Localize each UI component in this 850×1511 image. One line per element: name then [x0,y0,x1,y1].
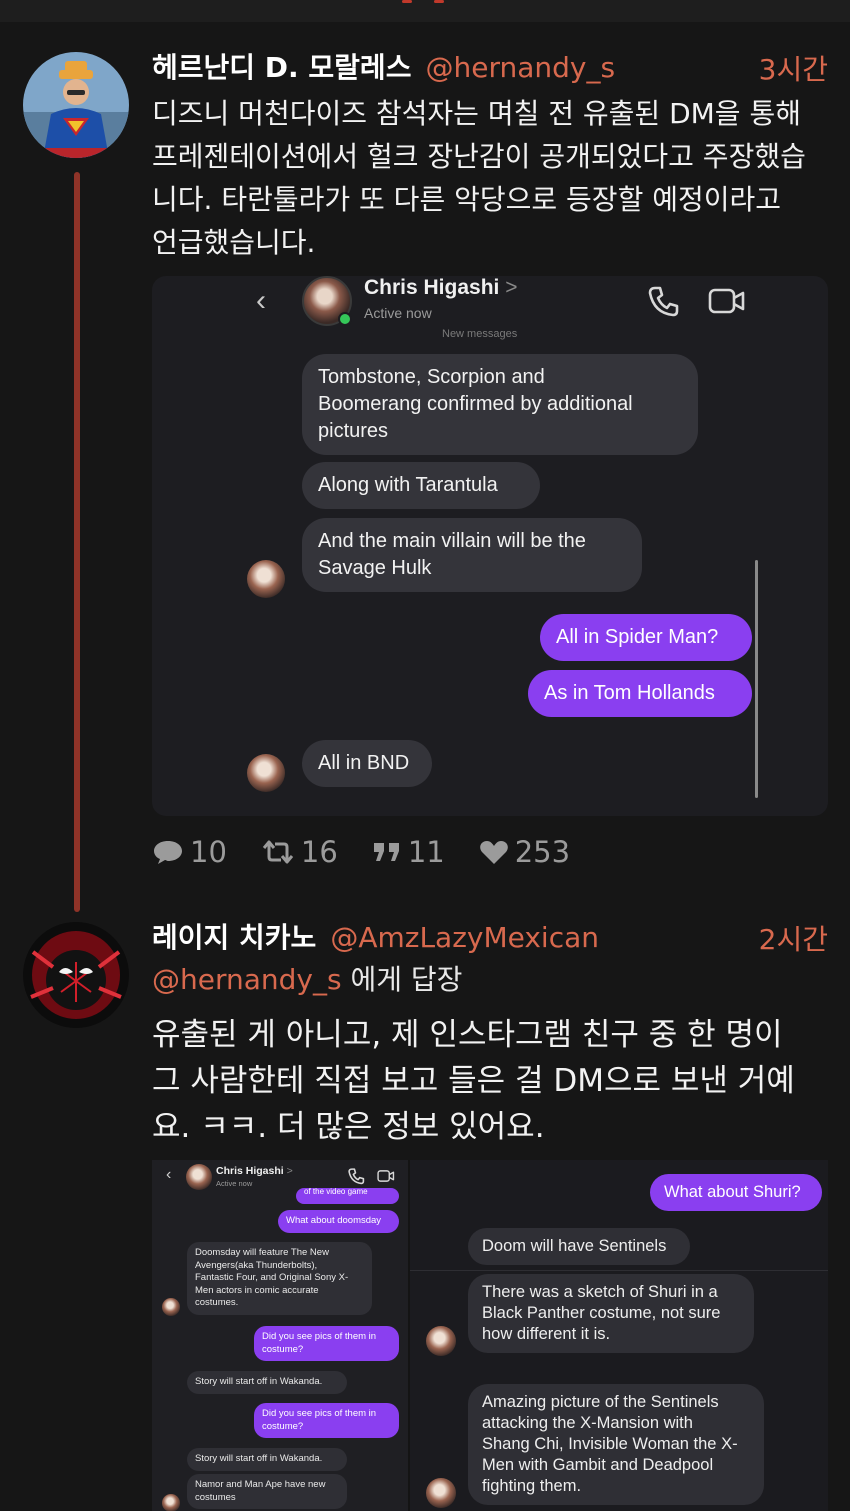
reply-to-handle-link[interactable]: @hernandy_s [152,963,342,996]
dm-message-incoming: Story will start off in Wakanda. [187,1448,347,1471]
post1-author-name[interactable]: 헤르난디 D. 모랄레스 [152,46,411,86]
post2-text: 유출된 게 아니고, 제 인스타그램 친구 중 한 명이 그 사람한테 직접 보… [152,1017,795,1145]
dm-contact-name: Chris Higashi > [216,1165,293,1177]
dm-screenshot-left-panel: ‹ Chris Higashi > Active now of the vide… [152,1160,408,1511]
post2-author-handle[interactable]: @AmzLazyMexican [330,921,599,954]
dm-message-outgoing: As in Tom Hollands [528,670,752,717]
top-bar-indicator [394,0,458,6]
spider-hero-avatar-image [23,922,129,1028]
right-panel-separator [410,1270,828,1271]
reply-button[interactable]: 10 [152,835,227,869]
dm-scrollbar [755,560,758,798]
video-call-icon [708,288,745,314]
sender-mini-avatar [162,1298,180,1316]
dm-message-incoming: Story will start off in Wakanda. [187,1371,347,1394]
dm-message-incoming: Doomsday will feature The New Avengers(a… [187,1242,372,1315]
dm-contact-name: Chris Higashi > [364,276,518,299]
post2-timestamp: 2시간 [758,923,828,956]
dm-message-outgoing: All in Spider Man? [540,614,752,661]
post1-author-handle[interactable]: @hernandy_s [425,51,615,84]
retweet-arrows-icon [262,840,294,864]
post2-attached-dm-screenshots[interactable]: ‹ Chris Higashi > Active now of the vide… [152,1160,828,1511]
back-chevron-icon: ‹ [166,1166,172,1183]
sender-mini-avatar [426,1326,456,1356]
dm-contact-status: Active now [364,305,432,321]
post2-replying-to: @hernandy_s 에게 답장 [152,958,462,998]
post1-attached-dm-screenshot[interactable]: ‹ Chris Higashi > Active now New message… [152,276,828,816]
quote-button[interactable]: 11 [372,835,445,869]
post1-header: 헤르난디 D. 모랄레스 @hernandy_s [152,46,615,86]
back-chevron-icon: ‹ [256,284,266,317]
dm-contact-status: Active now [216,1179,253,1188]
post1-timestamp: 3시간 [758,53,828,86]
phone-call-icon [348,1168,365,1185]
sender-mini-avatar [247,754,285,792]
post1-text: 디즈니 머천다이즈 참석자는 며칠 전 유출된 DM을 통해 프레젠테이션에서 … [152,97,806,259]
dm-message-incoming: Along with Tarantula [302,462,540,509]
dm-message-incoming: Amazing picture of the Sentinels attacki… [468,1384,764,1505]
heart-icon [479,841,508,864]
quote-count: 11 [407,835,445,869]
avatar-amzlazymexican[interactable] [23,922,129,1028]
top-bar [0,0,850,22]
retweet-button[interactable]: 16 [261,835,338,869]
post2-author-name[interactable]: 레이지 치카노 [152,916,316,956]
dm-message-outgoing: What about Shuri? [650,1174,822,1211]
sender-mini-avatar [162,1494,180,1511]
new-messages-divider: New messages [442,328,518,340]
retweet-count: 16 [300,835,338,869]
dm-message-outgoing: Did you see pics of them in costume? [254,1403,399,1438]
like-count: 253 [514,835,571,869]
thread-connector-line [74,172,80,912]
dm-message-incoming: All in BND [302,740,432,787]
dm-message-incoming: And the main villain will be the Savage … [302,518,642,592]
reply-count: 10 [190,835,227,869]
quote-marks-icon [373,843,399,861]
video-call-icon [377,1170,395,1182]
dm-message-outgoing: of the video game [296,1188,399,1204]
dm-message-incoming: Tombstone, Scorpion and Boomerang confir… [302,354,698,455]
dm-message-incoming: There was a sketch of Shuri in a Black P… [468,1274,754,1353]
post2-header: 레이지 치카노 @AmzLazyMexican [152,916,599,956]
avatar-hernandy[interactable] [23,52,129,158]
reply-to-label: 에게 답장 [341,963,463,996]
dm-message-outgoing: Did you see pics of them in costume? [254,1326,399,1361]
dm-message-incoming: Namor and Man Ape have new costumes [187,1474,347,1509]
superhero-avatar-image [23,52,129,158]
dm-message-outgoing: What about doomsday [278,1210,399,1233]
comment-bubble-icon [154,841,182,864]
sender-mini-avatar [247,560,285,598]
contact-avatar [302,276,352,326]
dm-message-incoming: Doom will have Sentinels [468,1228,690,1265]
phone-call-icon [648,286,679,317]
like-button[interactable]: 253 [479,835,570,869]
contact-avatar [186,1164,212,1190]
online-indicator-icon [338,312,352,326]
sender-mini-avatar [426,1478,456,1508]
post1-action-bar: 10 16 11 253 [152,832,604,872]
